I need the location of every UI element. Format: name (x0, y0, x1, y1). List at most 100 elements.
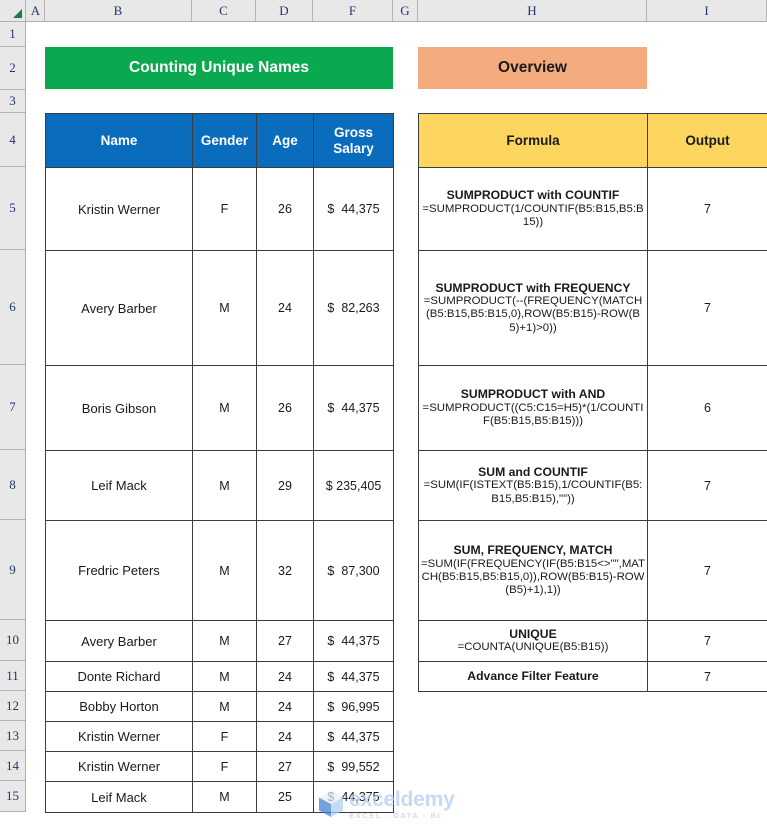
row-header-1[interactable]: 1 (0, 22, 26, 47)
cell-gross-salary[interactable]: $ 44,375 (313, 620, 394, 662)
cell-output[interactable]: 7 (647, 167, 767, 251)
cell-gross-salary[interactable]: $ 87,300 (313, 520, 394, 621)
cell-age[interactable]: 26 (256, 365, 314, 451)
row-header-5[interactable]: 5 (0, 167, 26, 250)
column-header-h[interactable]: H (418, 0, 647, 21)
cell-output[interactable]: 7 (647, 520, 767, 621)
cell-name[interactable]: Kristin Werner (45, 721, 193, 752)
cell-gross-salary[interactable]: $ 235,405 (313, 450, 394, 521)
cell-formula[interactable]: SUMPRODUCT with AND =SUMPRODUCT((C5:C15=H… (418, 365, 648, 451)
row-header-11[interactable]: 11 (0, 661, 26, 691)
gross-salary-line1: Gross (333, 125, 374, 141)
column-header-c[interactable]: C (192, 0, 256, 21)
cell-age[interactable]: 26 (256, 167, 314, 251)
cell-gross-salary[interactable]: $ 44,375 (313, 661, 394, 692)
select-all-button[interactable] (0, 0, 26, 21)
cell-gender[interactable]: M (192, 365, 257, 451)
formula-expression: =SUM(IF(ISTEXT(B5:B15),1/COUNTIF(B5:B15,… (423, 479, 643, 505)
cell-name[interactable]: Kristin Werner (45, 751, 193, 782)
cell-gross-salary[interactable]: $ 44,375 (313, 365, 394, 451)
formula-expression: =SUMPRODUCT(1/COUNTIF(B5:B15,B5:B15)) (422, 202, 644, 229)
row-header-6[interactable]: 6 (0, 250, 26, 365)
cell-gender[interactable]: F (192, 721, 257, 752)
table-row: Leif Mack M 29 $ 235,405 (45, 450, 394, 521)
column-header-age: Age (256, 113, 314, 168)
row-header-13[interactable]: 13 (0, 721, 26, 751)
column-header-f[interactable]: F (313, 0, 393, 21)
cell-age[interactable]: 24 (256, 661, 314, 692)
cell-name[interactable]: Kristin Werner (45, 167, 193, 251)
row-header-12[interactable]: 12 (0, 691, 26, 721)
cell-gross-salary[interactable]: $ 44,375 (313, 721, 394, 752)
table-row: Kristin Werner F 24 $ 44,375 (45, 721, 394, 752)
overview-row: UNIQUE =COUNTA(UNIQUE(B5:B15)) 7 (418, 620, 767, 662)
cell-gross-salary[interactable]: $ 82,263 (313, 250, 394, 366)
cell-age[interactable]: 24 (256, 250, 314, 366)
cell-gross-salary[interactable]: $ 99,552 (313, 751, 394, 782)
cell-age[interactable]: 27 (256, 751, 314, 782)
cell-age[interactable]: 29 (256, 450, 314, 521)
data-table-header-row: Name Gender Age Gross Salary (45, 113, 394, 168)
row-header-14[interactable]: 14 (0, 751, 26, 781)
cell-formula[interactable]: SUMPRODUCT with FREQUENCY =SUMPRODUCT(--(… (418, 250, 648, 366)
cell-name[interactable]: Donte Richard (45, 661, 193, 692)
row-header-10[interactable]: 10 (0, 620, 26, 661)
cell-age[interactable]: 27 (256, 620, 314, 662)
column-header-b[interactable]: B (45, 0, 192, 21)
column-header-i[interactable]: I (647, 0, 767, 21)
cell-gross-salary[interactable]: $ 44,375 (313, 781, 394, 813)
cell-gender[interactable]: F (192, 751, 257, 782)
cell-formula[interactable]: Advance Filter Feature (418, 661, 648, 692)
cell-gender[interactable]: M (192, 520, 257, 621)
cell-gender[interactable]: M (192, 661, 257, 692)
cell-name[interactable]: Fredric Peters (45, 520, 193, 621)
cell-gender[interactable]: M (192, 781, 257, 813)
formula-title: SUMPRODUCT with FREQUENCY (435, 280, 631, 295)
cell-output[interactable]: 7 (647, 661, 767, 692)
cell-gender[interactable]: M (192, 250, 257, 366)
cell-formula[interactable]: SUMPRODUCT with COUNTIF =SUMPRODUCT(1/COU… (418, 167, 648, 251)
overview-row: SUMPRODUCT with COUNTIF =SUMPRODUCT(1/COU… (418, 167, 767, 251)
cell-name[interactable]: Bobby Horton (45, 691, 193, 722)
formula-title: SUM, FREQUENCY, MATCH (453, 543, 613, 558)
cell-formula[interactable]: SUM, FREQUENCY, MATCH =SUM(IF(FREQUENCY(I… (418, 520, 648, 621)
row-header-15[interactable]: 15 (0, 781, 26, 812)
cell-formula[interactable]: UNIQUE =COUNTA(UNIQUE(B5:B15)) (418, 620, 648, 662)
cell-age[interactable]: 25 (256, 781, 314, 813)
cell-name[interactable]: Avery Barber (45, 250, 193, 366)
left-title-banner: Counting Unique Names (45, 47, 393, 89)
row-header-3[interactable]: 3 (0, 90, 26, 113)
cell-gross-salary[interactable]: $ 44,375 (313, 167, 394, 251)
cell-name[interactable]: Avery Barber (45, 620, 193, 662)
cell-age[interactable]: 24 (256, 691, 314, 722)
column-header-d[interactable]: D (256, 0, 313, 21)
cell-age[interactable]: 24 (256, 721, 314, 752)
cell-formula[interactable]: SUM and COUNTIF =SUM(IF(ISTEXT(B5:B15),1/… (418, 450, 648, 521)
cell-gross-salary[interactable]: $ 96,995 (313, 691, 394, 722)
cell-name[interactable]: Leif Mack (45, 450, 193, 521)
cell-output[interactable]: 6 (647, 365, 767, 451)
column-header-a[interactable]: A (27, 0, 45, 21)
table-row: Avery Barber M 27 $ 44,375 (45, 620, 394, 662)
column-header-output: Output (647, 113, 767, 168)
cell-name[interactable]: Leif Mack (45, 781, 193, 813)
row-header-8[interactable]: 8 (0, 450, 26, 520)
row-header-7[interactable]: 7 (0, 365, 26, 450)
row-header-4[interactable]: 4 (0, 113, 26, 167)
cell-output[interactable]: 7 (647, 450, 767, 521)
cell-gender[interactable]: M (192, 691, 257, 722)
row-header-2[interactable]: 2 (0, 47, 26, 90)
formula-expression: =SUMPRODUCT((C5:C15=H5)*(1/COUNTIF(B5:B1… (422, 401, 644, 428)
cell-gender[interactable]: M (192, 620, 257, 662)
overview-row: SUM and COUNTIF =SUM(IF(ISTEXT(B5:B15),1/… (418, 450, 767, 521)
cell-gender[interactable]: F (192, 167, 257, 251)
cell-name[interactable]: Boris Gibson (45, 365, 193, 451)
cell-gender[interactable]: M (192, 450, 257, 521)
table-row: Kristin Werner F 27 $ 99,552 (45, 751, 394, 782)
column-header-g[interactable]: G (393, 0, 418, 21)
cell-output[interactable]: 7 (647, 250, 767, 366)
row-header-9[interactable]: 9 (0, 520, 26, 620)
table-row: Boris Gibson M 26 $ 44,375 (45, 365, 394, 451)
cell-age[interactable]: 32 (256, 520, 314, 621)
cell-output[interactable]: 7 (647, 620, 767, 662)
